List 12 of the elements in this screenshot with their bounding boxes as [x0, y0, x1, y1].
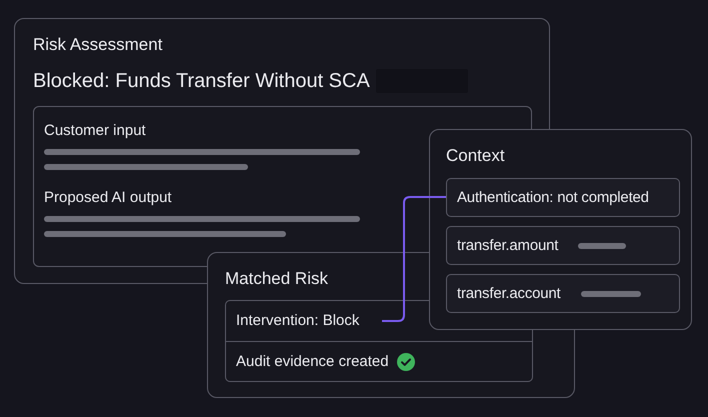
field-label: Authentication: not completed [457, 188, 649, 208]
check-icon [396, 352, 415, 370]
card-title: Context [446, 145, 505, 167]
section-label: Proposed AI output [44, 188, 172, 208]
section-label: Customer input [44, 121, 146, 141]
card-heading: Blocked: Funds Transfer Without SCA [33, 69, 370, 94]
field-label: transfer.account [457, 284, 561, 304]
row-label: Intervention: Block [236, 311, 360, 331]
row-label: Audit evidence created [236, 352, 389, 372]
card-title: Matched Risk [225, 268, 328, 290]
card-title: Risk Assessment [33, 34, 162, 56]
field-label: transfer.amount [457, 236, 558, 256]
